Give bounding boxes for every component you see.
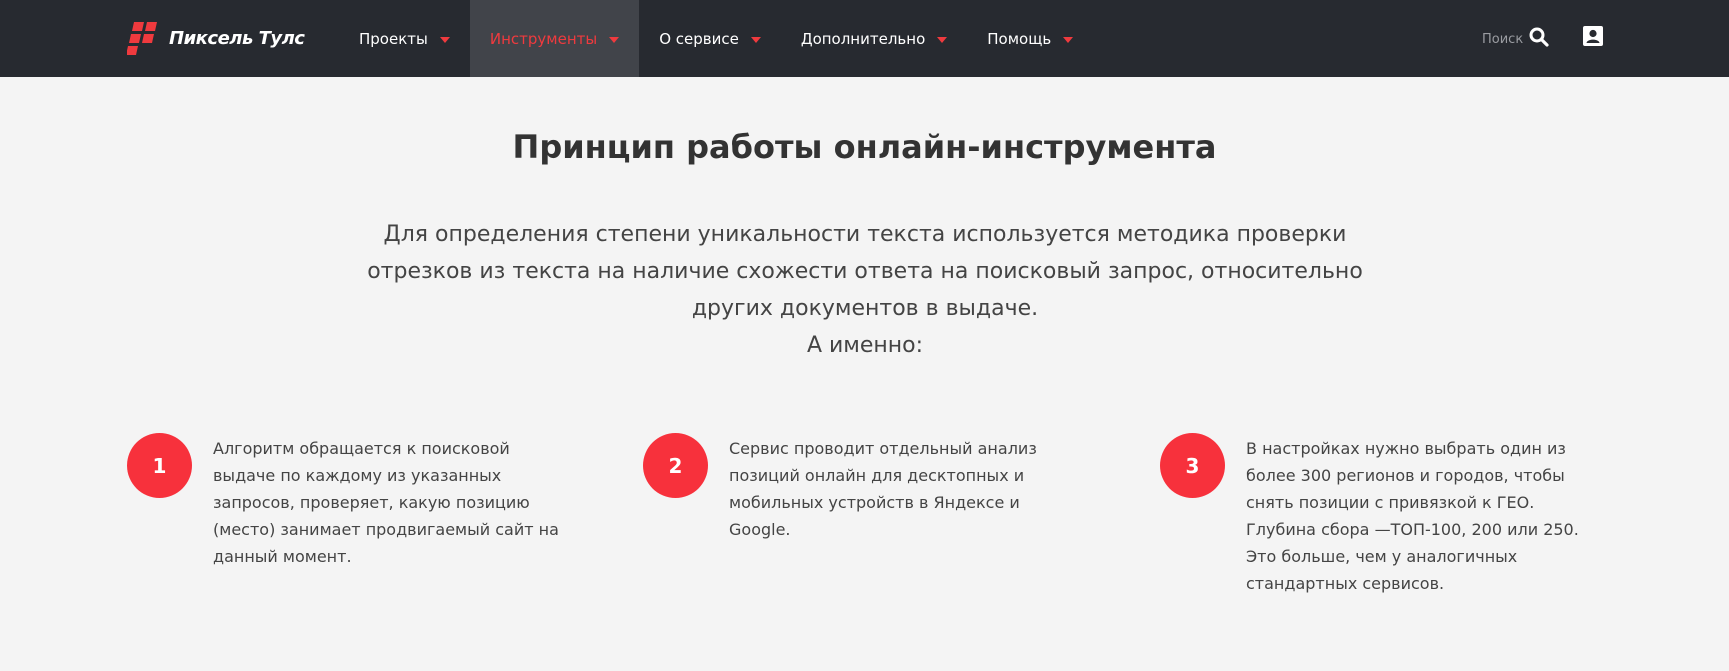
feature-number-badge: 1 — [127, 433, 192, 498]
nav-item-about[interactable]: О сервисе — [639, 0, 781, 77]
search-label: Поиск — [1482, 31, 1524, 47]
feature-text: Сервис проводит отдельный анализ позиций… — [729, 439, 1037, 539]
feature-text: Алгоритм обращается к поисковой выдаче п… — [213, 439, 559, 566]
caret-down-icon — [1063, 36, 1074, 43]
intro-tail: А именно: — [806, 333, 924, 358]
nav-item-projects[interactable]: Проекты — [339, 0, 470, 77]
caret-down-icon — [609, 36, 620, 43]
intro-text: Для определения степени уникальности тек… — [367, 222, 1363, 321]
feature-text: В настройках нужно выбрать один из более… — [1246, 439, 1579, 593]
caret-down-icon — [937, 36, 948, 43]
feature-item-1: 1 Алгоритм обращается к поисковой выдаче… — [127, 433, 573, 570]
nav-item-tools[interactable]: Инструменты — [469, 0, 640, 77]
caret-down-icon — [439, 36, 450, 43]
top-navbar: Пиксель Тулс Проекты Инструменты О серви… — [0, 0, 1729, 77]
nav-item-label: Дополнительно — [800, 29, 926, 48]
intro-block: Для определения степени уникальности тек… — [340, 216, 1390, 364]
search-icon — [1529, 27, 1549, 51]
search-button[interactable]: Поиск — [1482, 24, 1549, 54]
feature-item-2: 2 Сервис проводит отдельный анализ позиц… — [643, 433, 1049, 543]
nav-item-help[interactable]: Помощь — [967, 0, 1093, 77]
nav-item-label: Инструменты — [489, 29, 598, 48]
nav-item-extra[interactable]: Дополнительно — [781, 0, 967, 77]
site-logo[interactable]: Пиксель Тулс — [127, 20, 305, 56]
user-account-icon[interactable] — [1582, 25, 1604, 47]
page-title: Принцип работы онлайн-инструмента — [512, 128, 1217, 166]
nav-item-label: Проекты — [359, 29, 428, 48]
main-nav: Проекты Инструменты О сервисе Дополнител… — [339, 0, 1093, 77]
pixel-tools-logo-icon — [127, 20, 159, 56]
caret-down-icon — [750, 36, 761, 43]
feature-number-badge: 3 — [1160, 433, 1225, 498]
feature-item-3: 3 В настройках нужно выбрать один из бол… — [1160, 433, 1596, 597]
nav-item-label: О сервисе — [659, 29, 739, 48]
feature-number-badge: 2 — [643, 433, 708, 498]
logo-text: Пиксель Тулс — [169, 27, 305, 49]
nav-item-label: Помощь — [987, 29, 1052, 48]
